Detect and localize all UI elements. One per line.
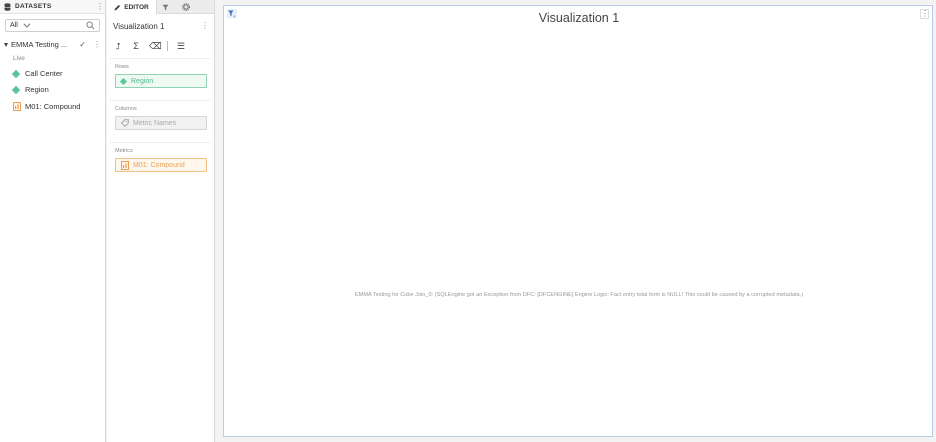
rows-pill-label: Region — [131, 77, 154, 85]
datasets-menu-icon[interactable]: ⋮ — [95, 2, 105, 11]
filter-icon — [162, 4, 169, 10]
visualization-menu-icon[interactable]: ⋮ — [920, 9, 929, 19]
metric-label: M01: Compound — [25, 102, 81, 111]
metrics-drop-zone[interactable]: Metrics M01: Compound — [110, 142, 210, 180]
expand-caret-icon[interactable] — [4, 42, 8, 47]
columns-zone-label: Columns — [115, 106, 137, 112]
toolbar-divider — [167, 41, 168, 51]
editor-menu-icon[interactable]: ⋮ — [200, 22, 210, 30]
dataset-name: EMMA Testing ... — [11, 40, 68, 49]
dataset-metric-compound[interactable]: M01: Compound — [13, 102, 80, 111]
dataset-attribute-region[interactable]: Region — [11, 85, 49, 94]
compound-metric-icon — [121, 160, 129, 170]
dataset-filter-search[interactable]: All — [5, 19, 100, 32]
dataset-filter-dropdown[interactable]: All — [10, 20, 86, 29]
visualization-title: Visualization 1 — [538, 11, 620, 25]
rows-drop-zone[interactable]: Rows Region — [110, 58, 210, 96]
tab-editor-label: EDITOR — [124, 3, 149, 11]
rows-zone-label: Rows — [115, 64, 129, 70]
metrics-compound-pill[interactable]: M01: Compound — [115, 158, 207, 172]
attribute-icon — [11, 69, 21, 78]
editor-tabs: EDITOR — [107, 0, 214, 14]
columns-metric-names-pill[interactable]: Metric Names — [115, 116, 207, 130]
datasets-panel: DATASETS ⋮ All EMMA Testing ... ✓ ⋮ Live… — [0, 0, 106, 442]
settings-sliders-icon[interactable]: ☰ — [176, 41, 186, 51]
dataset-menu-icon[interactable]: ⋮ — [92, 40, 102, 49]
tab-filter[interactable] — [157, 0, 177, 14]
attribute-icon — [11, 85, 21, 94]
rows-region-pill[interactable]: Region — [115, 74, 207, 88]
tab-format[interactable] — [177, 0, 197, 14]
attribute-label: Call Center — [25, 69, 63, 78]
pencil-icon — [114, 4, 121, 10]
attribute-label: Region — [25, 85, 49, 94]
check-icon: ✓ — [79, 40, 86, 49]
datasets-header: DATASETS ⋮ — [0, 0, 105, 14]
editor-toolbar: ⮥ Σ ⌫ ☰ — [113, 41, 186, 51]
dataset-filter-value: All — [10, 22, 18, 29]
sum-icon[interactable]: Σ — [131, 41, 141, 51]
database-icon — [4, 2, 11, 11]
error-message: EMMA Testing for Cube Join_0: (SQLEngine… — [354, 292, 804, 298]
search-icon[interactable] — [86, 21, 95, 30]
datasets-title: DATASETS — [15, 3, 52, 10]
attribute-icon — [119, 77, 128, 85]
editor-panel: EDITOR Visualization 1 ⋮ ⮥ Σ ⌫ ☰ Rows Re… — [107, 0, 215, 442]
visualization-canvas[interactable]: x Visualization 1 ⋮ EMMA Testing for Cub… — [223, 5, 933, 437]
metrics-zone-label: Metrics — [115, 148, 133, 154]
eraser-icon[interactable]: ⌫ — [149, 41, 162, 51]
chevron-down-icon — [23, 20, 31, 28]
compound-metric-icon — [13, 102, 21, 111]
dataset-item[interactable]: EMMA Testing ... ✓ ⋮ — [4, 40, 102, 49]
visualization-name: Visualization 1 — [113, 22, 165, 31]
dataset-status: Live — [13, 55, 25, 62]
columns-drop-zone[interactable]: Columns Metric Names — [110, 100, 210, 138]
gear-icon — [181, 3, 190, 11]
dataset-attribute-call-center[interactable]: Call Center — [11, 69, 63, 78]
tag-icon — [121, 119, 129, 127]
tab-editor[interactable]: EDITOR — [107, 0, 157, 14]
metrics-pill-label: M01: Compound — [133, 161, 185, 169]
columns-pill-label: Metric Names — [133, 119, 177, 127]
swap-axes-icon[interactable]: ⮥ — [113, 41, 123, 51]
